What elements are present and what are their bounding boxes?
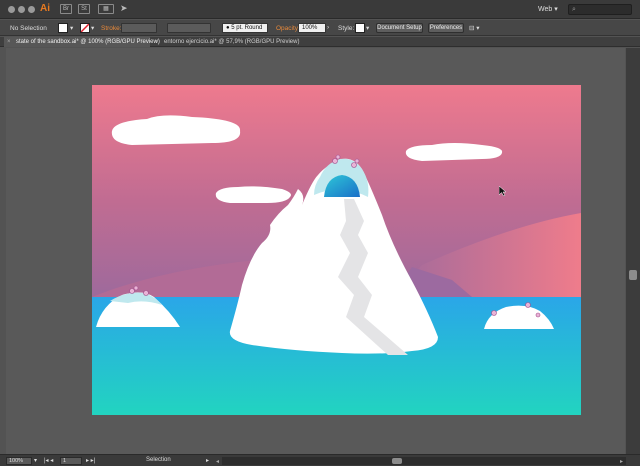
control-bar: No Selection ▾ ▾ Stroke: ● 5 pt. Round O… bbox=[0, 20, 640, 36]
close-tab-icon[interactable]: × bbox=[7, 37, 11, 47]
search-field[interactable]: ⌕ bbox=[568, 4, 632, 15]
opacity-label[interactable]: Opacity: bbox=[276, 25, 300, 32]
tab-label: state of the sandbox.ai* @ 100% (RGB/GPU… bbox=[16, 39, 160, 45]
document-tab-bar: × state of the sandbox.ai* @ 100% (RGB/G… bbox=[0, 37, 640, 47]
tab-label: entorno ejercicio.ai* @ 57,9% (RGB/GPU P… bbox=[164, 39, 300, 45]
document-setup-button[interactable]: Document Setup bbox=[376, 23, 423, 33]
workspace-switcher[interactable]: Web ▾ bbox=[538, 5, 558, 13]
stroke-dropdown-icon[interactable]: ▾ bbox=[91, 24, 94, 32]
stroke-label[interactable]: Stroke: bbox=[101, 25, 122, 32]
artboard-number-field[interactable]: 1 bbox=[60, 457, 82, 465]
mouse-cursor-icon bbox=[499, 186, 507, 196]
stroke-swatch[interactable] bbox=[80, 23, 90, 33]
application-bar: Ai Br St ▦ ➤ Web ▾ ⌕ bbox=[0, 0, 640, 19]
selection-status: No Selection bbox=[10, 25, 47, 32]
iceberg-illustration bbox=[92, 85, 581, 415]
horizontal-scrollbar[interactable]: ◂ ▸ bbox=[216, 457, 626, 465]
bridge-icon[interactable]: Br bbox=[60, 4, 72, 14]
horizontal-scroll-thumb[interactable] bbox=[392, 458, 402, 464]
tab-state-of-the-sandbox[interactable]: × state of the sandbox.ai* @ 100% (RGB/G… bbox=[4, 37, 160, 47]
current-tool-status[interactable]: Selection bbox=[146, 457, 171, 463]
variable-width-profile[interactable] bbox=[167, 23, 211, 33]
fill-swatch[interactable] bbox=[58, 23, 68, 33]
opacity-arrow-icon[interactable]: › bbox=[327, 24, 329, 31]
cloud-middle bbox=[215, 186, 291, 203]
cloud-right bbox=[405, 143, 503, 161]
status-bar: 100% ▾ |◂ ◂ 1 ▸ ▸| Selection ▸ ◂ ▸ bbox=[0, 454, 640, 466]
zoom-level-field[interactable]: 100% bbox=[6, 457, 32, 465]
first-artboard-icon[interactable]: |◂ ◂ bbox=[44, 457, 53, 464]
share-send-icon[interactable]: ➤ bbox=[120, 3, 128, 14]
vertical-scroll-thumb[interactable] bbox=[629, 270, 637, 280]
status-menu-icon[interactable]: ▸ bbox=[206, 457, 209, 464]
zoom-window-button[interactable] bbox=[28, 6, 35, 13]
next-artboard-icon[interactable]: ▸ ▸| bbox=[86, 457, 95, 464]
vertical-scrollbar[interactable] bbox=[626, 48, 640, 454]
preferences-button[interactable]: Preferences bbox=[428, 23, 464, 33]
graphic-style-swatch[interactable] bbox=[355, 23, 365, 33]
stroke-weight-field[interactable] bbox=[121, 23, 157, 33]
zoom-dropdown-icon[interactable]: ▾ bbox=[34, 457, 37, 464]
opacity-field[interactable]: 100% bbox=[298, 23, 326, 33]
style-dropdown-icon[interactable]: ▾ bbox=[366, 24, 369, 32]
stock-icon[interactable]: St bbox=[78, 4, 90, 14]
brush-definition[interactable]: ● 5 pt. Round bbox=[222, 23, 268, 33]
style-label: Style: bbox=[338, 25, 355, 32]
close-window-button[interactable] bbox=[8, 6, 15, 13]
arrange-icon[interactable]: ⊟ ▾ bbox=[469, 24, 480, 32]
scroll-right-icon[interactable]: ▸ bbox=[620, 458, 623, 465]
search-icon: ⌕ bbox=[572, 6, 576, 13]
arrange-documents-icon[interactable]: ▦ bbox=[98, 4, 114, 14]
illustrator-logo: Ai bbox=[40, 3, 50, 14]
tab-entorno-ejercicio[interactable]: × entorno ejercicio.ai* @ 57,9% (RGB/GPU… bbox=[152, 37, 302, 47]
fill-dropdown-icon[interactable]: ▾ bbox=[70, 24, 73, 32]
minimize-window-button[interactable] bbox=[18, 6, 25, 13]
artboard[interactable] bbox=[92, 85, 581, 415]
close-tab-icon[interactable]: × bbox=[155, 37, 159, 47]
scroll-left-icon[interactable]: ◂ bbox=[216, 458, 219, 465]
